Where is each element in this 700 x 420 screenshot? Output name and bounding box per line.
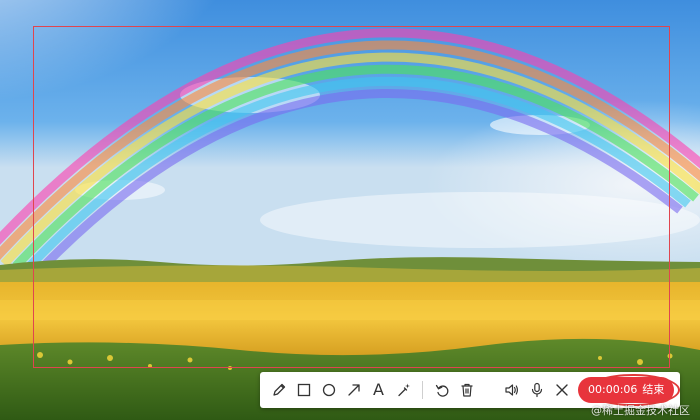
close-icon [555, 384, 568, 396]
rectangle-icon [297, 383, 310, 397]
stop-recording-button[interactable]: 00:00:06 结束 [578, 377, 675, 403]
pen-tool-button[interactable] [266, 376, 291, 404]
background-photo-rainbow-field [0, 0, 700, 420]
magic-wand-tool-button[interactable] [391, 376, 416, 404]
text-icon: A [373, 380, 384, 399]
arrow-tool-button[interactable] [341, 376, 366, 404]
microphone-toggle[interactable] [524, 376, 549, 404]
speaker-icon [504, 384, 518, 396]
undo-button[interactable] [429, 376, 454, 404]
toolbar-divider [422, 381, 423, 399]
rectangle-tool-button[interactable] [291, 376, 316, 404]
annotation-toolbar: A 00:00:06 结束 [260, 372, 680, 408]
undo-icon [435, 384, 448, 397]
end-label: 结束 [642, 383, 665, 396]
text-tool-button[interactable]: A [366, 376, 391, 404]
delete-button[interactable] [454, 376, 479, 404]
close-button[interactable] [549, 376, 574, 404]
microphone-icon [531, 382, 542, 398]
ellipse-tool-button[interactable] [316, 376, 341, 404]
system-audio-toggle[interactable] [499, 376, 524, 404]
magic-wand-icon [397, 383, 410, 397]
arrow-icon [347, 384, 360, 396]
recording-timer: 00:00:06 [588, 383, 638, 396]
ellipse-icon [322, 383, 335, 397]
screen-recorder-canvas: A 00:00:06 结束 @稀土掘金技术社区 [0, 0, 700, 420]
trash-icon [461, 383, 472, 397]
pen-icon [272, 383, 285, 396]
